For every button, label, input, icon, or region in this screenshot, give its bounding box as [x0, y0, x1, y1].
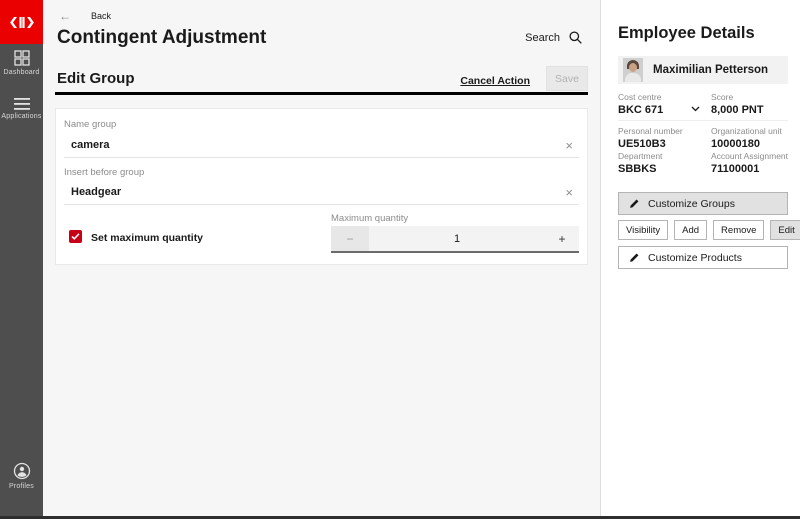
menu-icon	[14, 98, 30, 110]
field-divider	[64, 204, 579, 205]
edit-button[interactable]: Edit ×	[770, 220, 800, 240]
page-title: Contingent Adjustment	[57, 27, 266, 49]
customize-groups-label: Customize Groups	[648, 198, 735, 210]
cost-centre-label: Cost centre	[618, 92, 661, 102]
quantity-value[interactable]: 1	[369, 226, 545, 251]
person-circle-icon	[13, 462, 31, 480]
dashboard-icon	[14, 50, 30, 66]
organizational-unit-label: Organizational unit	[711, 126, 782, 136]
department-label: Department	[618, 151, 662, 161]
remove-button[interactable]: Remove	[713, 220, 764, 240]
set-max-quantity-checkbox[interactable]	[69, 230, 82, 243]
department-value: SBBKS	[618, 163, 657, 175]
quantity-stepper: − 1 +	[331, 226, 579, 253]
avatar	[623, 58, 643, 82]
customize-groups-button[interactable]: Customize Groups	[618, 192, 788, 215]
maximum-quantity-label: Maximum quantity	[331, 213, 408, 224]
edit-group-form: Name group camera × Insert before group …	[55, 108, 588, 265]
sidebar: Dashboard Applications Profiles	[0, 0, 43, 516]
clear-insert-before-icon[interactable]: ×	[565, 186, 573, 199]
score-label: Score	[711, 92, 733, 102]
score-value: 8,000 PNT	[711, 104, 764, 116]
sidebar-item-profiles[interactable]: Profiles	[0, 462, 43, 490]
set-max-quantity-label[interactable]: Set maximum quantity	[91, 232, 203, 244]
sbb-logo-icon	[10, 17, 34, 28]
organizational-unit-value: 10000180	[711, 138, 760, 150]
sidebar-item-label: Profiles	[9, 483, 34, 490]
back-arrow-icon: ←	[59, 10, 71, 22]
cancel-action-link[interactable]: Cancel Action	[460, 75, 530, 87]
employee-name: Maximilian Petterson	[653, 64, 768, 76]
section-title: Edit Group	[57, 70, 135, 87]
group-actions-row: Visibility Add Remove Edit ×	[618, 220, 800, 240]
back-label: Back	[91, 11, 111, 21]
sidebar-item-applications[interactable]: Applications	[0, 98, 43, 120]
section-underline	[55, 92, 588, 95]
field-divider	[64, 157, 579, 158]
main-content: ← Back Contingent Adjustment Search Edit…	[43, 0, 600, 516]
back-button[interactable]: ← Back	[59, 10, 111, 22]
account-assignment-label: Account Assignment	[711, 151, 788, 161]
search-icon	[569, 31, 582, 44]
save-button[interactable]: Save	[546, 66, 588, 91]
visibility-button[interactable]: Visibility	[618, 220, 668, 240]
cost-centre-value[interactable]: BKC 671	[618, 104, 663, 116]
sidebar-item-label: Applications	[1, 113, 41, 120]
checkmark-icon	[71, 233, 80, 240]
app-logo[interactable]	[0, 0, 43, 44]
employee-summary[interactable]: Maximilian Petterson	[618, 56, 788, 84]
quantity-increment-button[interactable]: +	[545, 226, 579, 251]
personal-number-label: Personal number	[618, 126, 683, 136]
insert-before-group-label: Insert before group	[64, 167, 144, 178]
employee-details-panel: Employee Details Maximilian Petterson Co…	[600, 0, 800, 516]
chevron-down-icon[interactable]	[691, 106, 700, 112]
customize-products-label: Customize Products	[648, 252, 742, 264]
sidebar-item-label: Dashboard	[3, 69, 39, 76]
sidebar-item-dashboard[interactable]: Dashboard	[0, 50, 43, 76]
insert-before-group-input[interactable]: Headgear	[71, 186, 121, 198]
search-label: Search	[525, 32, 560, 44]
panel-divider	[618, 120, 788, 121]
name-group-input[interactable]: camera	[71, 139, 110, 151]
pencil-icon	[629, 252, 640, 263]
add-button[interactable]: Add	[674, 220, 707, 240]
customize-products-button[interactable]: Customize Products	[618, 246, 788, 269]
clear-name-group-icon[interactable]: ×	[565, 139, 573, 152]
account-assignment-value: 71100001	[711, 163, 759, 175]
name-group-label: Name group	[64, 119, 116, 130]
pencil-icon	[629, 198, 640, 209]
quantity-decrement-button[interactable]: −	[331, 226, 369, 251]
search-control[interactable]: Search	[525, 31, 582, 44]
edit-button-label: Edit	[778, 225, 794, 236]
panel-title: Employee Details	[618, 24, 755, 43]
personal-number-value: UE510B3	[618, 138, 666, 150]
